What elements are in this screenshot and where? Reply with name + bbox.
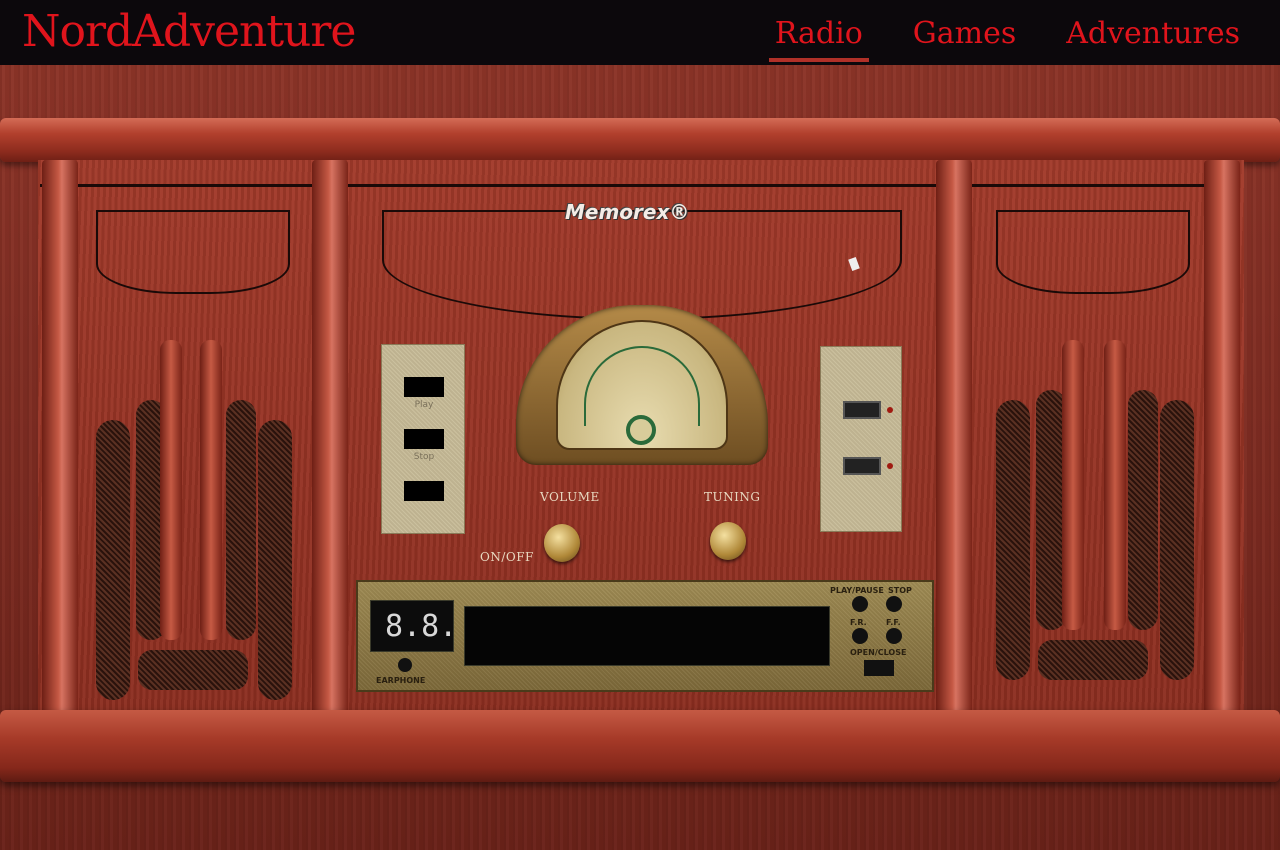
brand-logo[interactable]: NordAdventure <box>22 4 356 60</box>
volume-knob[interactable] <box>544 524 580 562</box>
nav-adventures[interactable]: Adventures <box>1060 14 1246 62</box>
earphone-jack-icon <box>398 658 412 672</box>
cabinet-bottom-rail <box>0 710 1280 782</box>
earphone-label: EARPHONE <box>376 676 426 685</box>
open-close-label: OPEN/CLOSE <box>850 648 907 657</box>
cd-play-pause-button[interactable] <box>852 596 868 612</box>
cd-ff-button[interactable] <box>886 628 902 644</box>
pillar-left-inner <box>312 160 348 720</box>
cd-digits: 8.8. <box>385 609 458 644</box>
band-led-bottom <box>887 463 893 469</box>
cd-stop-label: STOP <box>888 586 912 595</box>
cabinet-top-rail <box>0 118 1280 162</box>
top-nav-bar: NordAdventure Radio Games Adventures <box>0 0 1280 65</box>
left-ornament-frame <box>96 210 290 294</box>
playback-control-panel: Play Stop <box>381 344 465 534</box>
ff-label: F.F. <box>886 618 901 627</box>
pillar-right-inner <box>936 160 972 720</box>
band-button-bottom[interactable] <box>843 457 881 475</box>
decorative-line <box>40 184 1240 187</box>
band-button-top[interactable] <box>843 401 881 419</box>
cd-player: 8.8. EARPHONE PLAY/PAUSE STOP F.R. F.F. … <box>356 580 934 692</box>
band-control-panel <box>820 346 902 532</box>
memorex-logo: Memorex® <box>565 200 690 224</box>
extra-button[interactable] <box>404 481 444 501</box>
volume-label: VOLUME <box>540 490 600 504</box>
stop-label: Stop <box>413 452 435 462</box>
nav-games[interactable]: Games <box>907 14 1022 62</box>
band-led-top <box>887 407 893 413</box>
cd-open-close-button[interactable] <box>864 660 894 676</box>
fr-label: F.R. <box>850 618 867 627</box>
right-ornament-frame <box>996 210 1190 294</box>
tuning-knob[interactable] <box>710 522 746 560</box>
nav-radio[interactable]: Radio <box>768 14 869 62</box>
cd-slot <box>464 606 830 666</box>
play-label: Play <box>414 400 434 410</box>
main-nav: Radio Games Adventures <box>768 14 1246 62</box>
pillar-right-outer <box>1204 160 1240 720</box>
cd-fr-button[interactable] <box>852 628 868 644</box>
cd-stop-button[interactable] <box>886 596 902 612</box>
power-label: ON/OFF <box>480 550 534 564</box>
play-pause-label: PLAY/PAUSE <box>830 586 884 595</box>
radio-cabinet: Memorex® VOLUME TUNING ON/OFF Play Stop … <box>0 110 1280 790</box>
dial-indicator <box>626 415 656 445</box>
pillar-left-outer <box>42 160 78 720</box>
tuning-label: TUNING <box>704 490 761 504</box>
stop-button[interactable] <box>404 429 444 449</box>
cd-display: 8.8. <box>370 600 458 652</box>
play-button[interactable] <box>404 377 444 397</box>
